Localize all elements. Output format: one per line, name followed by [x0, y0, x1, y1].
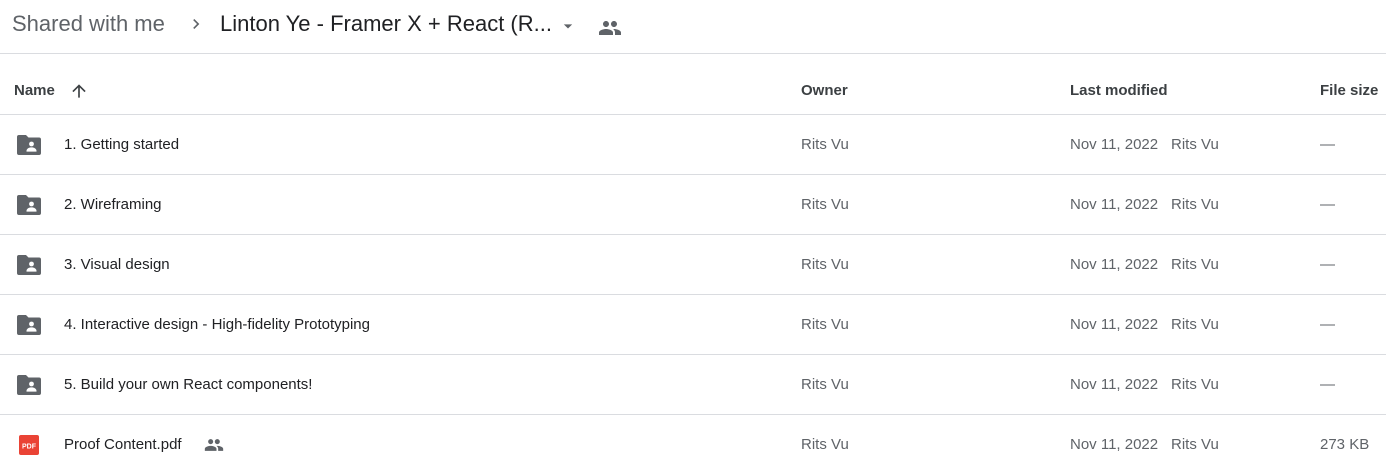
row-modified-by: Rits Vu [1171, 196, 1219, 213]
row-owner: Rits Vu [801, 256, 849, 273]
breadcrumb-bar: Shared with me Linton Ye - Framer X + Re… [0, 0, 1386, 54]
row-name: 4. Interactive design - High-fidelity Pr… [64, 316, 370, 333]
row-file-size: — [1320, 376, 1335, 393]
column-last-modified[interactable]: Last modified [1070, 82, 1168, 100]
table-row[interactable]: 3. Visual design Rits Vu Nov 11, 2022 Ri… [0, 235, 1386, 295]
row-owner: Rits Vu [801, 196, 849, 213]
row-name: Proof Content.pdf [64, 436, 182, 453]
row-modified-date: Nov 11, 2022 [1070, 196, 1159, 213]
shared-folder-icon [17, 375, 41, 395]
table-row[interactable]: 4. Interactive design - High-fidelity Pr… [0, 295, 1386, 355]
shared-folder-icon [17, 135, 41, 155]
chevron-right-icon [193, 19, 200, 29]
table-row[interactable]: PDF Proof Content.pdf Rits Vu Nov 11, 20… [0, 415, 1386, 471]
table-row[interactable]: 2. Wireframing Rits Vu Nov 11, 2022 Rits… [0, 175, 1386, 235]
column-owner[interactable]: Owner [801, 82, 848, 100]
row-modified-by: Rits Vu [1171, 316, 1219, 333]
breadcrumb-current-folder[interactable]: Linton Ye - Framer X + React (R... [220, 10, 552, 38]
row-modified-date: Nov 11, 2022 [1070, 436, 1159, 453]
row-owner: Rits Vu [801, 376, 849, 393]
column-file-size[interactable]: File size [1320, 82, 1378, 100]
row-modified-by: Rits Vu [1171, 136, 1219, 153]
column-name[interactable]: Name [14, 82, 55, 100]
row-name: 1. Getting started [64, 136, 180, 153]
row-name: 2. Wireframing [64, 196, 162, 213]
pdf-badge-text: PDF [22, 444, 37, 451]
table-row[interactable]: 1. Getting started Rits Vu Nov 11, 2022 … [0, 115, 1386, 175]
row-file-size: — [1320, 256, 1335, 273]
breadcrumb-shared-with-me[interactable]: Shared with me [12, 10, 165, 38]
arrow-upward-icon[interactable] [69, 81, 89, 101]
row-modified-by: Rits Vu [1171, 376, 1219, 393]
pdf-file-icon: PDF [19, 435, 39, 455]
row-modified-by: Rits Vu [1171, 436, 1219, 453]
people-icon[interactable] [598, 16, 622, 40]
people-icon [204, 439, 224, 451]
row-modified-by: Rits Vu [1171, 256, 1219, 273]
row-file-size: — [1320, 316, 1335, 333]
row-modified-date: Nov 11, 2022 [1070, 256, 1159, 273]
row-file-size: — [1320, 196, 1335, 213]
row-owner: Rits Vu [801, 316, 849, 333]
row-modified-date: Nov 11, 2022 [1070, 136, 1159, 153]
row-modified-date: Nov 11, 2022 [1070, 376, 1159, 393]
row-modified-date: Nov 11, 2022 [1070, 316, 1159, 333]
column-header-row: Name Owner Last modified File size [0, 55, 1386, 115]
row-name: 3. Visual design [64, 256, 170, 273]
arrow-drop-down-icon[interactable] [558, 16, 578, 36]
shared-folder-icon [17, 315, 41, 335]
row-owner: Rits Vu [801, 136, 849, 153]
shared-folder-icon [17, 195, 41, 215]
row-file-size: — [1320, 136, 1335, 153]
table-row[interactable]: 5. Build your own React components! Rits… [0, 355, 1386, 415]
row-file-size: 273 KB [1320, 436, 1370, 453]
row-owner: Rits Vu [801, 436, 849, 453]
row-name: 5. Build your own React components! [64, 376, 313, 393]
shared-folder-icon [17, 255, 41, 275]
